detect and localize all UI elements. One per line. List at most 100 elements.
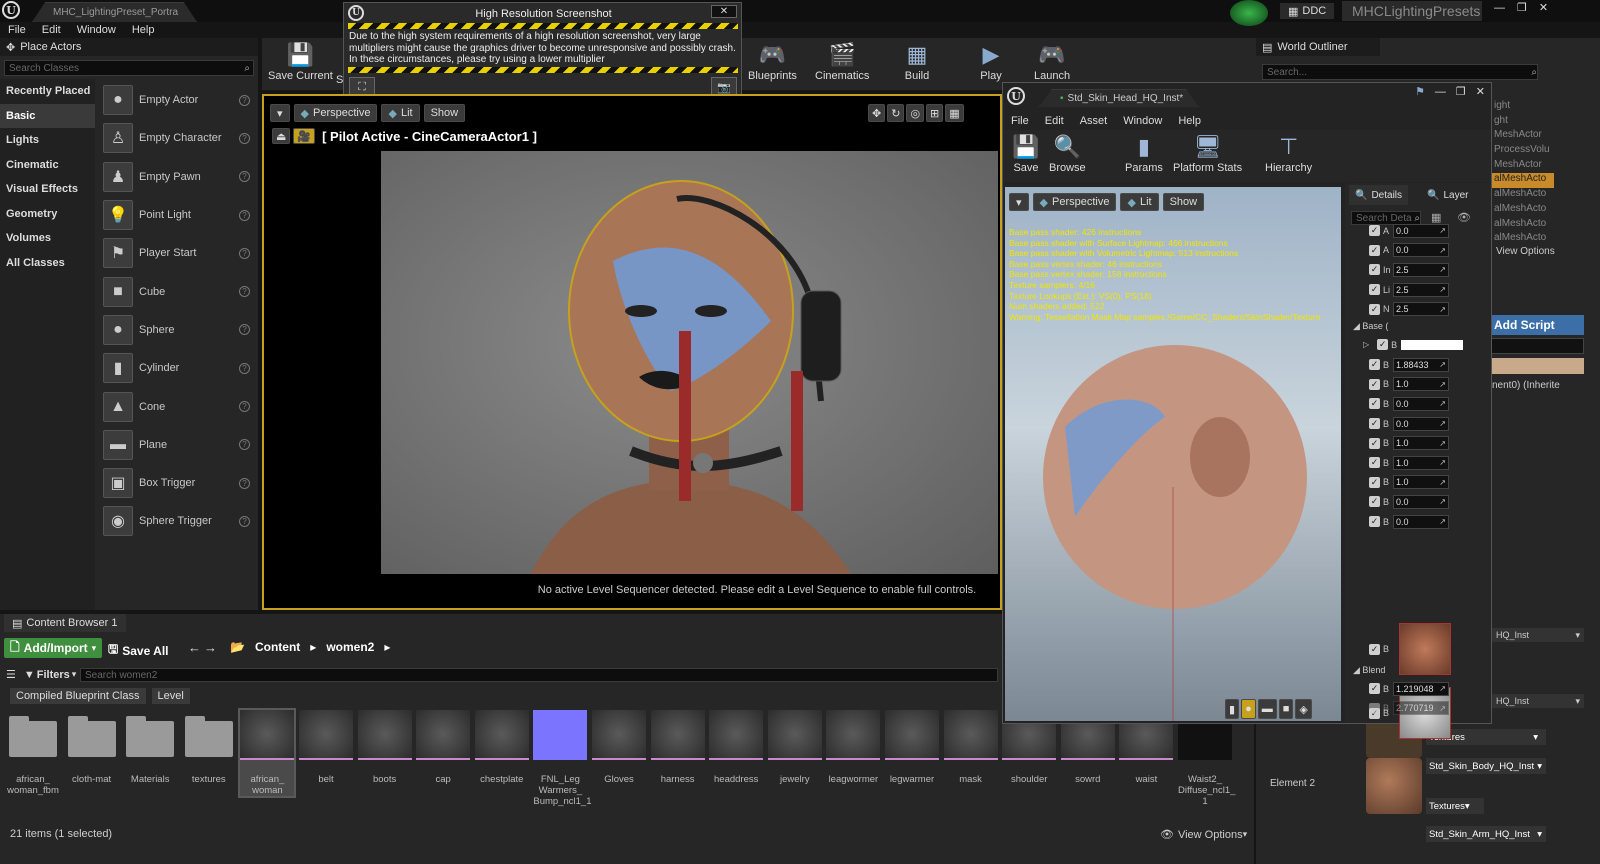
param-checkbox[interactable]: ✓ xyxy=(1369,683,1380,695)
outliner-item[interactable]: MeshActor xyxy=(1492,129,1554,144)
category-basic[interactable]: Basic xyxy=(0,103,95,128)
base-section-header[interactable]: ◢ Base ( xyxy=(1353,321,1388,332)
param-value-field[interactable]: 0.0 xyxy=(1393,494,1449,509)
textures-button[interactable]: Textures ▾ xyxy=(1426,798,1484,814)
actor-cone[interactable]: ▲ Cone? xyxy=(97,387,258,425)
category-lights[interactable]: Lights xyxy=(0,128,95,153)
platform-stats-button[interactable]: 🖥 Platform Stats xyxy=(1173,132,1242,174)
maximize-icon[interactable]: ❐ xyxy=(1456,85,1466,98)
texture-thumb[interactable] xyxy=(1399,623,1452,675)
pilot-camera-icon[interactable]: 🎥 xyxy=(293,128,316,144)
teapot-preview-icon[interactable]: ◈ xyxy=(1295,699,1312,719)
asset-tile[interactable]: textures xyxy=(182,710,236,785)
param-checkbox[interactable]: ✓ xyxy=(1369,359,1380,371)
param-value-field[interactable]: 0.0 xyxy=(1393,223,1449,238)
place-actors-tab[interactable]: ✥ Place Actors xyxy=(0,38,258,56)
content-browser-tab[interactable]: ▤ Content Browser 1 xyxy=(4,614,126,632)
source-control-icon[interactable] xyxy=(1230,0,1268,26)
params-button[interactable]: ▮ Params xyxy=(1125,132,1163,174)
param-checkbox[interactable]: ✓ xyxy=(1369,378,1380,390)
param-checkbox[interactable]: ✓ xyxy=(1369,516,1380,528)
param-checkbox[interactable]: ✓ xyxy=(1369,457,1380,469)
param-checkbox[interactable]: ✓ xyxy=(1369,418,1380,430)
param-checkbox[interactable]: ✓ xyxy=(1369,643,1380,655)
asset-tile[interactable]: jewelry xyxy=(767,710,822,785)
param-value-field[interactable]: 1.0 xyxy=(1393,475,1449,490)
actor-cube[interactable]: ■ Cube? xyxy=(97,272,258,310)
save-current-button[interactable]: 💾 Save Current xyxy=(268,40,333,82)
viewport-options-button[interactable]: ▾ xyxy=(270,104,290,122)
cube-preview-icon[interactable]: ■ xyxy=(1278,699,1294,719)
close-icon[interactable]: ✕ xyxy=(1539,1,1548,14)
asset-tile[interactable]: FNL_Leg Warmers_ Bump_ncl1_1 xyxy=(533,710,592,807)
param-value-field[interactable]: 1.219048 xyxy=(1393,681,1449,696)
play-button[interactable]: ▶ Play xyxy=(974,40,1008,82)
body-material-thumb[interactable] xyxy=(1366,758,1422,814)
editor-menu-edit[interactable]: Edit xyxy=(1037,115,1072,127)
components-selected-row[interactable] xyxy=(1490,358,1584,374)
param-checkbox[interactable] xyxy=(1369,702,1380,714)
cinematics-button[interactable]: 🎬 Cinematics xyxy=(815,40,869,82)
param-value-field[interactable]: 0.0 xyxy=(1393,243,1449,258)
material-slot-1[interactable]: HQ_Inst ▾ xyxy=(1492,628,1584,642)
asset-tile[interactable]: Gloves xyxy=(592,710,646,785)
breadcrumb-content[interactable]: Content xyxy=(255,640,300,654)
param-value-field[interactable]: 1.88433 xyxy=(1393,357,1449,372)
help-icon[interactable]: ? xyxy=(239,209,250,221)
body-material-selector[interactable]: Std_Skin_Body_HQ_Inst ▾ xyxy=(1426,758,1546,774)
category-cinematic[interactable]: Cinematic xyxy=(0,153,95,178)
category-geometry[interactable]: Geometry xyxy=(0,202,95,227)
outliner-item[interactable]: MeshActor xyxy=(1492,159,1554,174)
inherited-component[interactable]: nent0) (Inherite xyxy=(1492,380,1560,391)
outliner-item[interactable]: alMeshActo xyxy=(1492,203,1554,218)
plane-preview-icon[interactable]: ▬ xyxy=(1257,699,1277,719)
category-all-classes[interactable]: All Classes xyxy=(0,251,95,276)
ddc-button[interactable]: ▦ DDC xyxy=(1280,3,1335,19)
material-tab[interactable]: ▪ Std_Skin_Head_HQ_Inst* xyxy=(1039,89,1199,107)
help-icon[interactable]: ? xyxy=(239,515,250,527)
outliner-item[interactable]: ProcessVolu xyxy=(1492,144,1554,159)
help-icon[interactable]: ? xyxy=(239,247,250,259)
category-recently-placed[interactable]: Recently Placed xyxy=(0,79,95,104)
filter-chip-blueprint[interactable]: Compiled Blueprint Class xyxy=(10,688,146,704)
menu-file[interactable]: File xyxy=(0,24,34,36)
cylinder-preview-icon[interactable]: ▮ xyxy=(1225,699,1240,719)
outliner-search-input[interactable]: Search... ⌕ xyxy=(1262,64,1538,80)
param-value-field[interactable]: 1.0 xyxy=(1393,436,1449,451)
components-search-input[interactable] xyxy=(1490,338,1584,354)
add-script-button[interactable]: Add Script xyxy=(1490,315,1584,335)
outliner-item[interactable]: alMeshActo xyxy=(1492,188,1554,203)
grid-snap-icon[interactable]: ⊞ xyxy=(926,104,944,122)
globe-icon[interactable]: ◎ xyxy=(906,104,925,122)
param-checkbox[interactable]: ✓ xyxy=(1369,496,1380,508)
grid-icon[interactable]: ▦ xyxy=(945,104,964,122)
asset-tile[interactable]: headdress xyxy=(709,710,764,785)
editor-menu-asset[interactable]: Asset xyxy=(1072,115,1116,127)
param-value-field[interactable]: 1.0 xyxy=(1393,455,1449,470)
category-visual-effects[interactable]: Visual Effects xyxy=(0,177,95,202)
help-icon[interactable]: ? xyxy=(239,171,250,183)
help-icon[interactable]: ? xyxy=(239,439,250,451)
asset-tile[interactable]: mask xyxy=(943,710,998,785)
asset-tile[interactable]: legwarmer xyxy=(885,710,939,785)
minimize-icon[interactable]: — xyxy=(1494,2,1505,14)
param-checkbox[interactable]: ✓ xyxy=(1377,339,1389,350)
actor-player-start[interactable]: ⚑ Player Start? xyxy=(97,234,258,272)
help-icon[interactable]: ? xyxy=(239,132,250,144)
param-value-field[interactable]: 2.5 xyxy=(1393,262,1449,277)
save-all-button[interactable]: 🖫 Save All xyxy=(108,640,168,661)
actor-empty-pawn[interactable]: ♟ Empty Pawn? xyxy=(97,158,258,196)
lit-button[interactable]: ◆ Lit xyxy=(381,104,420,122)
outliner-item[interactable]: alMeshActo xyxy=(1492,218,1554,233)
param-checkbox[interactable]: ✓ xyxy=(1369,398,1380,410)
asset-tile[interactable]: belt xyxy=(299,710,353,785)
actor-empty-character[interactable]: ♙ Empty Character? xyxy=(97,119,258,157)
filters-button[interactable]: ☰ ▼ Filters ▾ xyxy=(6,668,76,682)
asset-tile[interactable]: cloth-mat xyxy=(65,710,119,785)
editor-save-button[interactable]: 💾 Save xyxy=(1009,132,1043,174)
outliner-view-options[interactable]: View Options xyxy=(1496,246,1555,257)
param-value-field[interactable]: 2.5 xyxy=(1393,282,1449,297)
menu-edit[interactable]: Edit xyxy=(34,24,69,36)
actor-cylinder[interactable]: ▮ Cylinder? xyxy=(97,349,258,387)
close-icon[interactable]: ✕ xyxy=(711,5,737,18)
